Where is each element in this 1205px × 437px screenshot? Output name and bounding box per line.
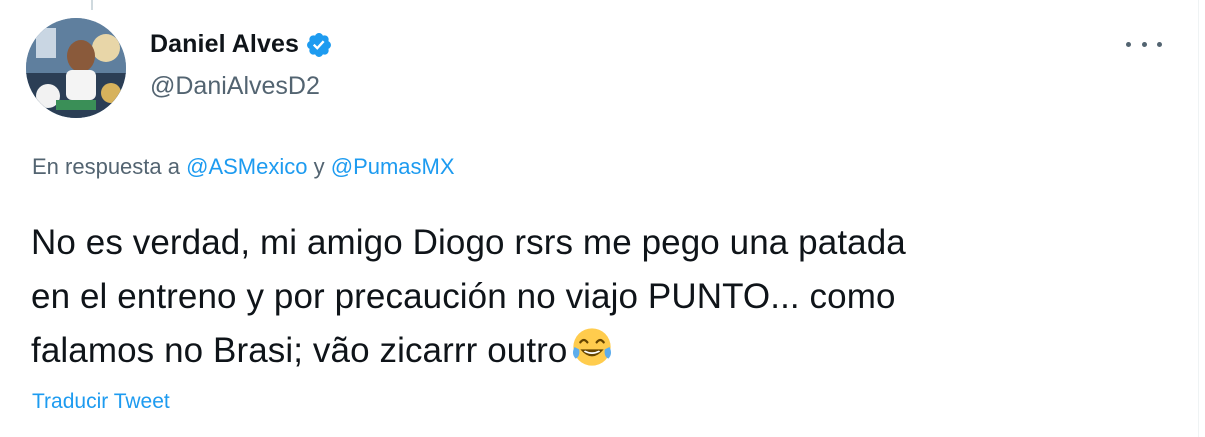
author-name-row[interactable]: Daniel Alves [150,30,333,59]
mention-link-pumasmx[interactable]: @PumasMX [331,154,455,179]
tweet-text-line-content: falamos no Brasi; vão zicarrr outro [31,331,568,370]
reply-context: En respuesta a @ASMexico y @PumasMX [32,154,455,180]
mention-link-asmexico[interactable]: @ASMexico [186,154,307,179]
tweet-text: No es verdad, mi amigo Diogo rsrs me peg… [31,216,1171,378]
avatar[interactable] [26,18,126,118]
tweet-text-line: en el entreno y por precaución no viajo … [31,277,896,316]
thread-connector-line [91,0,93,10]
column-border [1198,0,1199,437]
author-display-name[interactable]: Daniel Alves [150,30,299,59]
profile-photo-icon [26,18,126,118]
more-options-icon[interactable] [1126,34,1162,54]
translate-tweet-link[interactable]: Traducir Tweet [32,390,170,414]
author-handle[interactable]: @DaniAlvesD2 [150,72,320,101]
face-with-tears-of-joy-icon [571,326,613,368]
reply-prefix: En respuesta a [32,154,180,179]
reply-conjunction: y [313,154,325,179]
tweet-text-line-last: falamos no Brasi; vão zicarrr outro [31,324,1171,378]
verified-badge-icon [305,31,333,59]
tweet-text-line: No es verdad, mi amigo Diogo rsrs me peg… [31,223,906,262]
